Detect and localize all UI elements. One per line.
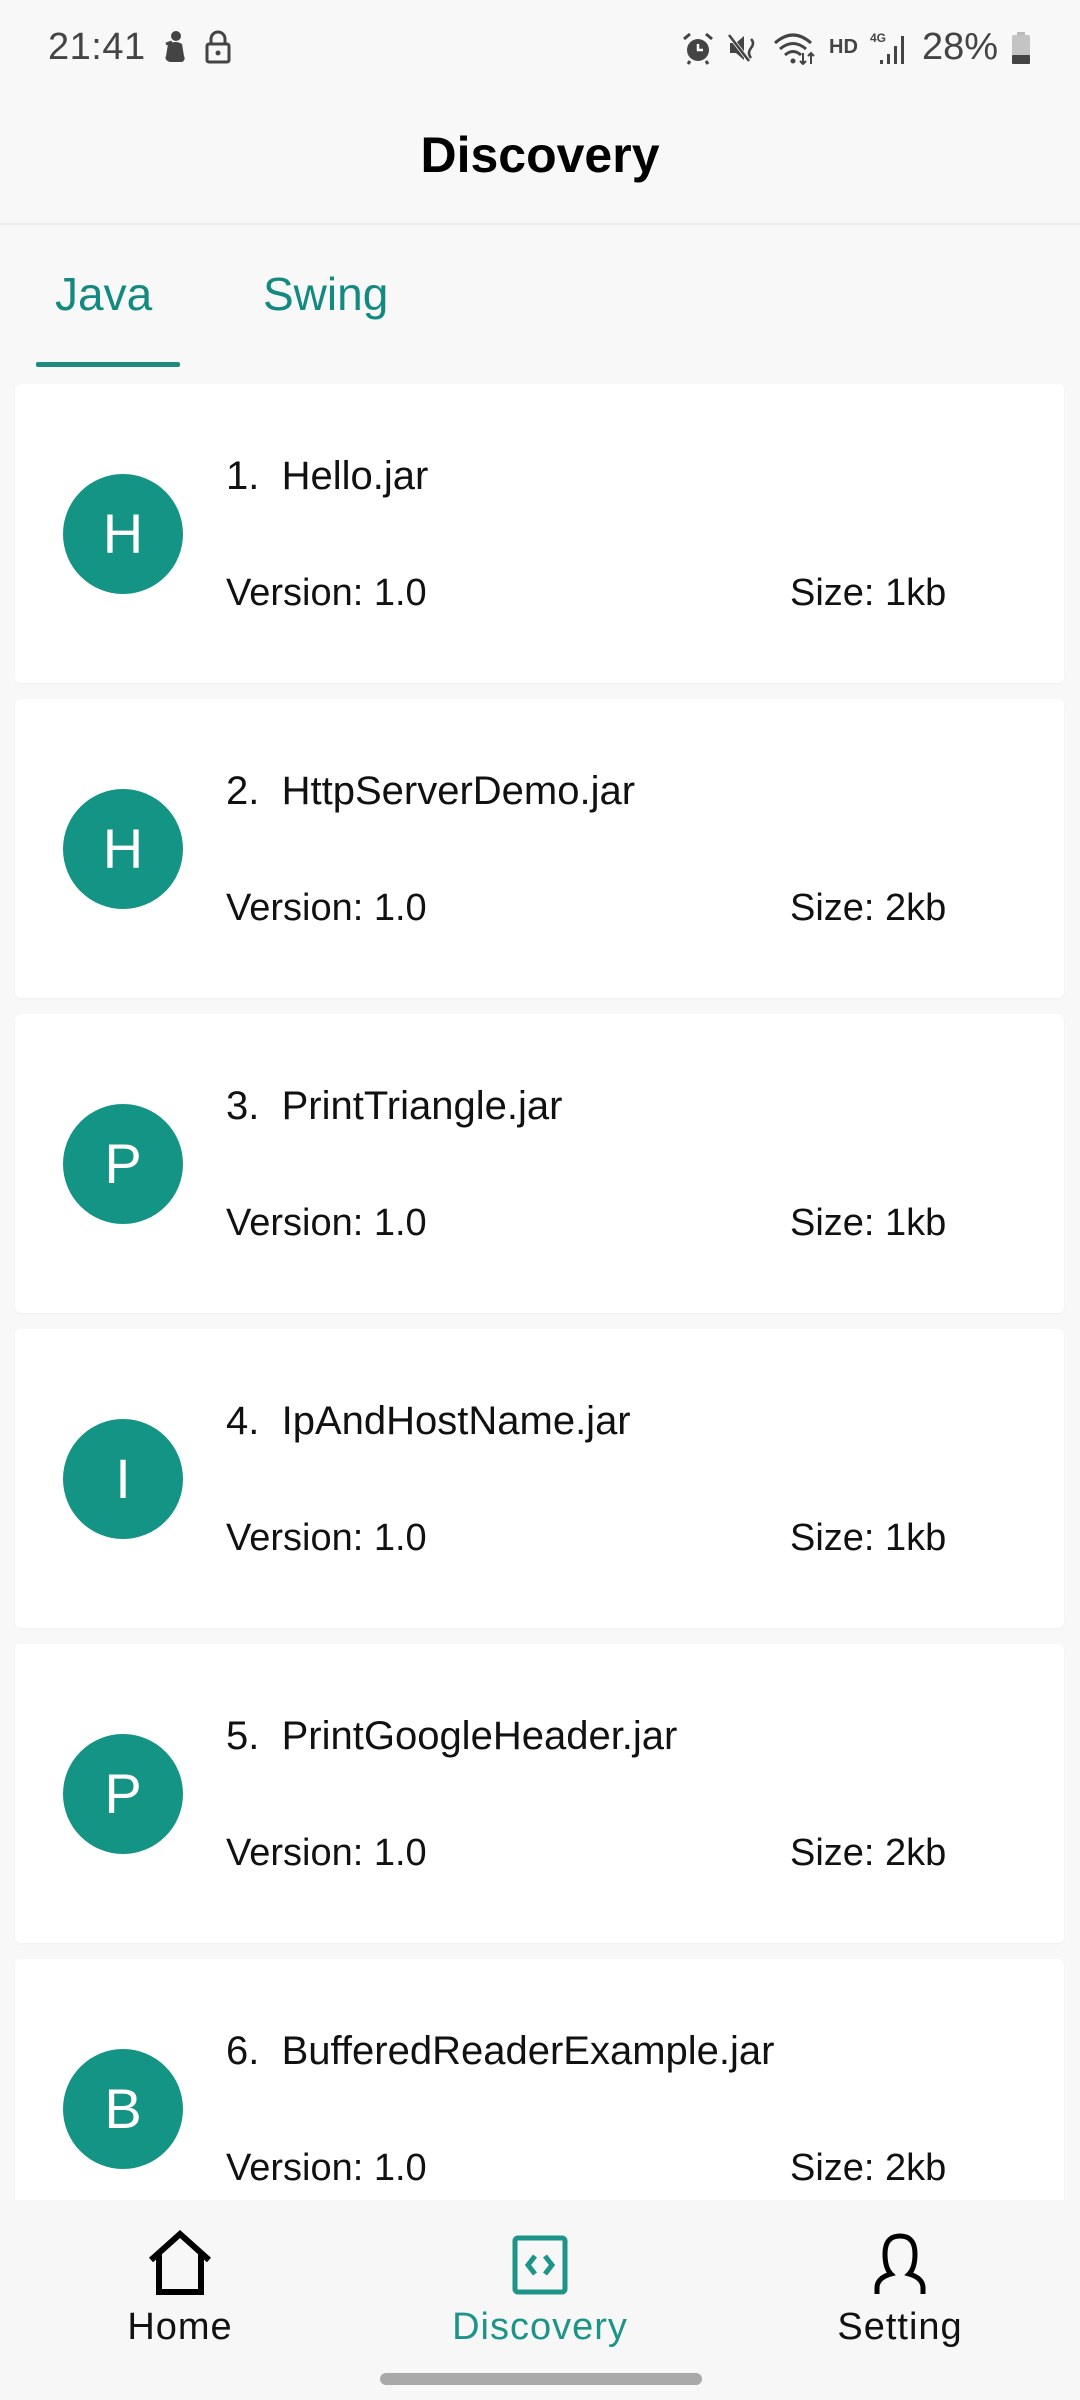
item-title: 4. IpAndHostName.jar [226, 1399, 631, 1443]
mute-icon [727, 33, 755, 62]
list-item[interactable]: P 3. PrintTriangle.jar Version: 1.0 Size… [15, 1014, 1064, 1313]
tab-indicator [36, 362, 180, 367]
gesture-handle[interactable] [380, 2373, 702, 2385]
wifi-icon [774, 33, 815, 65]
item-size: Size: 1kb [790, 572, 947, 614]
home-icon [148, 2230, 212, 2295]
item-title: 5. PrintGoogleHeader.jar [226, 1714, 678, 1758]
status-left-icons [160, 30, 232, 64]
item-title: 6. BufferedReaderExample.jar [226, 2029, 775, 2073]
list-item[interactable]: P 5. PrintGoogleHeader.jar Version: 1.0 … [15, 1644, 1064, 1943]
nav-discovery[interactable]: Discovery [360, 2200, 720, 2370]
battery-icon [1012, 31, 1030, 64]
nav-setting-label: Setting [837, 2306, 963, 2348]
avatar: I [63, 1419, 183, 1539]
code-icon [512, 2235, 568, 2295]
list-item[interactable]: H 2. HttpServerDemo.jar Version: 1.0 Siz… [15, 699, 1064, 998]
nav-home[interactable]: Home [0, 2200, 360, 2370]
category-tabs: Java Swing [0, 225, 1080, 370]
avatar: H [63, 474, 183, 594]
status-time: 21:41 [48, 26, 146, 68]
list-item[interactable]: I 4. IpAndHostName.jar Version: 1.0 Size… [15, 1329, 1064, 1628]
item-version: Version: 1.0 [226, 887, 427, 929]
item-version: Version: 1.0 [226, 1517, 427, 1559]
avatar: B [63, 2049, 183, 2169]
item-version: Version: 1.0 [226, 1832, 427, 1874]
item-title: 1. Hello.jar [226, 454, 429, 498]
list-item[interactable]: B 6. BufferedReaderExample.jar Version: … [15, 1959, 1064, 2200]
alarm-icon [683, 32, 714, 65]
list-item[interactable]: H 1. Hello.jar Version: 1.0 Size: 1kb [15, 384, 1064, 683]
nav-setting[interactable]: Setting [720, 2200, 1080, 2370]
nav-discovery-label: Discovery [452, 2306, 628, 2348]
item-size: Size: 1kb [790, 1202, 947, 1244]
item-title: 2. HttpServerDemo.jar [226, 769, 636, 813]
avatar: P [63, 1104, 183, 1224]
bottom-nav: Home Discovery Setting [0, 2200, 1080, 2400]
tab-java[interactable]: Java [55, 267, 152, 321]
avatar: P [63, 1734, 183, 1854]
item-size: Size: 2kb [790, 887, 947, 929]
item-version: Version: 1.0 [226, 572, 427, 614]
item-size: Size: 2kb [790, 1832, 947, 1874]
page-title: Discovery [420, 127, 660, 183]
item-size: Size: 1kb [790, 1517, 947, 1559]
signal-4g-icon: 4G [870, 31, 904, 64]
status-bar: 21:41 HD 4G 28% [0, 0, 1080, 100]
avatar: H [63, 789, 183, 909]
nav-home-label: Home [127, 2306, 233, 2348]
battery-percent: 28% [921, 26, 998, 68]
status-right-icons: HD 4G 28% [681, 26, 1032, 69]
item-version: Version: 1.0 [226, 1202, 427, 1244]
item-size: Size: 2kb [790, 2147, 947, 2189]
tab-swing[interactable]: Swing [263, 267, 388, 321]
lock-icon [205, 30, 231, 64]
person-icon [874, 2233, 926, 2294]
notification-figure-icon [165, 31, 185, 62]
svg-text:4G: 4G [870, 31, 886, 45]
item-title: 3. PrintTriangle.jar [226, 1084, 563, 1128]
app-bar: Discovery [0, 100, 1080, 225]
jar-list[interactable]: H 1. Hello.jar Version: 1.0 Size: 1kb H … [0, 384, 1080, 2200]
item-version: Version: 1.0 [226, 2147, 427, 2189]
hd-icon: HD [829, 36, 858, 58]
